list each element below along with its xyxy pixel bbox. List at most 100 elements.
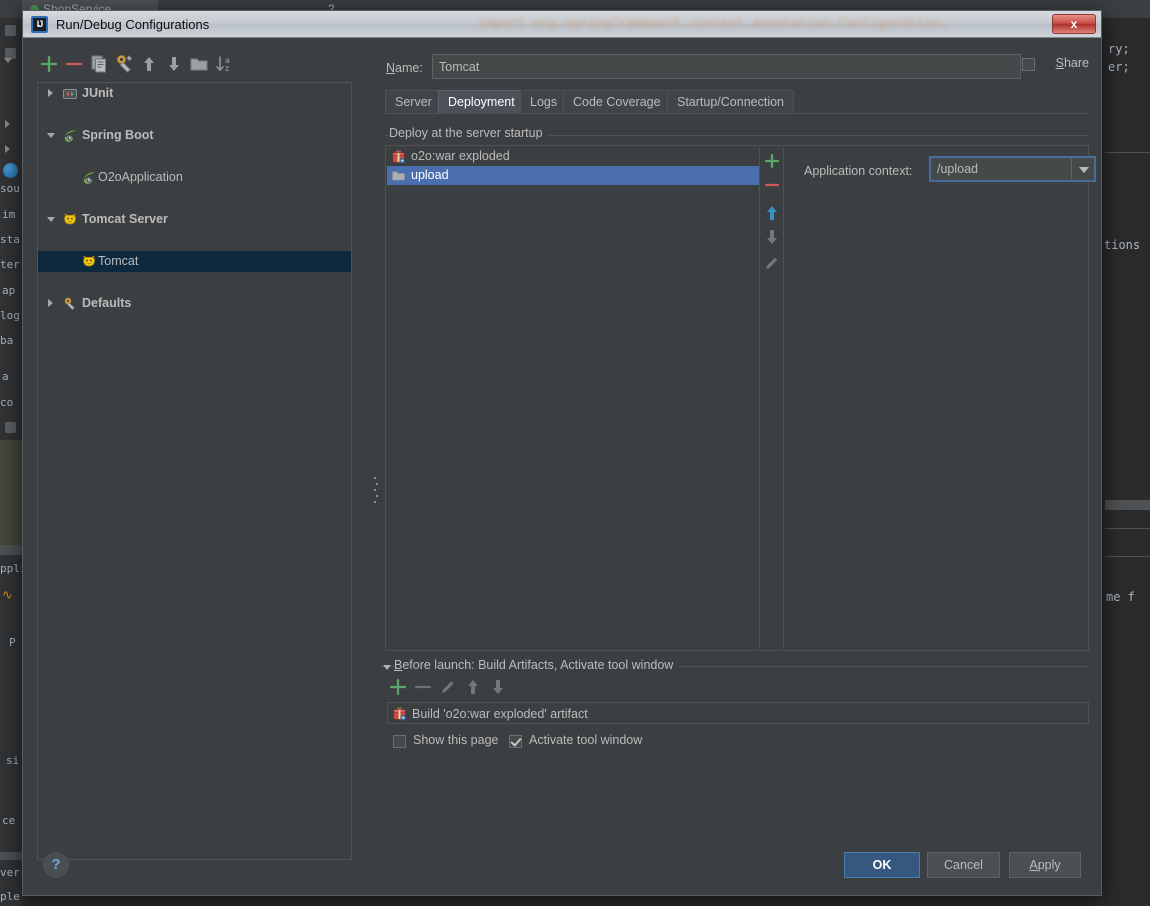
chevron-down-icon[interactable] [47,133,55,138]
highlighted-region [0,440,22,545]
code-block-highlight [1105,500,1150,510]
application-context-label: Application context: [804,164,913,178]
help-button[interactable]: ? [43,852,69,878]
tree-label: a [2,370,9,383]
tab-label: Logs [530,95,558,109]
dialog-body: a z JUnit Spring Boot O2oApplication Tom… [23,38,1101,895]
tab-startup-connection[interactable]: Startup/Connection [667,90,795,113]
remove-artifact-button[interactable] [762,175,782,195]
configurations-tree[interactable]: JUnit Spring Boot O2oApplication Tomcat … [37,82,352,860]
tab-logs[interactable]: Logs [520,90,568,113]
tree-label: sou [0,182,20,195]
tab-label: Startup/Connection [677,95,785,109]
application-context-value: /upload [937,162,979,176]
folder-icon [5,25,16,36]
tab-code-coverage[interactable]: Code Coverage [563,90,671,113]
name-label: Name: [386,61,423,75]
configuration-pane: Name: Share Server Deployment Logs Code … [380,52,1096,833]
show-this-page-checkbox[interactable] [393,735,406,748]
list-item[interactable]: upload [387,166,759,185]
dialog-title: Run/Debug Configurations [56,17,210,32]
deploy-group-content: o2o:war exploded upload Application cont… [385,145,1096,651]
tree-item-defaults[interactable]: Defaults [38,293,351,314]
name-input[interactable] [432,54,1021,79]
chevron-right-icon[interactable] [48,299,53,307]
tree-item-label: Tomcat [98,254,139,268]
add-configuration-button[interactable] [37,52,61,76]
deployment-list[interactable]: o2o:war exploded upload [387,147,759,649]
chevron-down-icon[interactable] [383,665,391,670]
tree-label: ple [0,890,20,903]
chevron-down-icon[interactable] [1071,158,1094,180]
tree-item-tomcat[interactable]: Tomcat [38,251,351,272]
before-launch-title: Before launch: Build Artifacts, Activate… [394,658,680,672]
glass-code: import org.springframework.context.annot… [478,16,948,31]
move-artifact-up-button[interactable] [762,203,782,223]
code-divider [1105,152,1150,153]
remove-task-button[interactable] [412,676,434,698]
tree-item-spring-boot[interactable]: Spring Boot [38,125,351,146]
tomcat-icon [62,212,78,228]
tab-underline [385,113,1089,114]
deployment-list-toolbar [759,147,784,649]
move-artifact-down-button[interactable] [762,227,782,247]
tab-deployment[interactable]: Deployment [438,90,525,113]
before-launch-task-row[interactable]: Build 'o2o:war exploded' artifact [387,702,1089,724]
share-checkbox[interactable] [1022,58,1035,71]
edit-task-button[interactable] [437,676,459,698]
add-task-button[interactable] [387,676,409,698]
cancel-button[interactable]: Cancel [927,852,1000,878]
configuration-tabs: Server Deployment Logs Code Coverage Sta… [385,90,1089,113]
artifact-icon [391,149,406,164]
save-configuration-button[interactable] [112,52,136,76]
tree-item-label: Tomcat Server [82,212,168,226]
tree-label: ce [2,814,16,827]
copy-configuration-button[interactable] [87,52,111,76]
close-icon[interactable]: x [1052,14,1096,34]
tree-label: ap [2,284,16,297]
folder-icon [5,422,16,433]
tree-item-tomcat-server[interactable]: Tomcat Server [38,209,351,230]
move-down-button[interactable] [162,52,186,76]
tree-item-o2oapplication[interactable]: O2oApplication [38,167,351,188]
task-move-down-button[interactable] [487,676,509,698]
run-debug-configurations-dialog: import org.springframework.context.annot… [22,10,1102,896]
sort-configurations-button[interactable]: a z [212,52,236,76]
edit-artifact-button[interactable] [762,253,782,273]
tree-label: sta [0,233,20,246]
code-divider [1105,556,1150,557]
intellij-idea-icon: IJ [31,16,48,33]
tree-label: ver [0,866,20,879]
tab-server[interactable]: Server [385,90,442,113]
chevron-down-icon[interactable] [47,217,55,222]
create-folder-button[interactable] [187,52,211,76]
junit-icon [62,86,78,102]
tab-label: Deployment [448,95,515,109]
add-artifact-button[interactable] [762,151,782,171]
code-line: tions [1104,238,1141,252]
configurations-toolbar: a z [37,52,352,78]
task-move-up-button[interactable] [462,676,484,698]
tree-item-junit[interactable]: JUnit [38,83,351,104]
list-item[interactable]: o2o:war exploded [387,147,759,166]
tree-label: log [0,309,20,322]
run-configuration-icon [3,163,18,178]
ok-button[interactable]: OK [844,852,920,878]
code-divider [1105,528,1150,529]
chevron-right-icon[interactable] [48,89,53,97]
spring-icon [81,170,97,186]
activate-tool-window-label[interactable]: Activate tool window [529,733,642,747]
before-launch-section: Before launch: Build Artifacts, Activate… [381,658,1089,770]
dialog-titlebar[interactable]: import org.springframework.context.annot… [23,11,1101,38]
apply-button[interactable]: Apply [1009,852,1081,878]
tree-label: P [9,636,16,649]
move-up-button[interactable] [137,52,161,76]
panel-splitter[interactable] [372,82,380,860]
share-label[interactable]: Share [1056,56,1089,70]
code-line: ry; [1108,42,1130,56]
list-item-label: upload [411,168,449,182]
application-context-combobox[interactable]: /upload [929,156,1096,182]
show-this-page-label[interactable]: Show this page [413,733,498,747]
activate-tool-window-checkbox[interactable] [509,735,522,748]
remove-configuration-button[interactable] [62,52,86,76]
